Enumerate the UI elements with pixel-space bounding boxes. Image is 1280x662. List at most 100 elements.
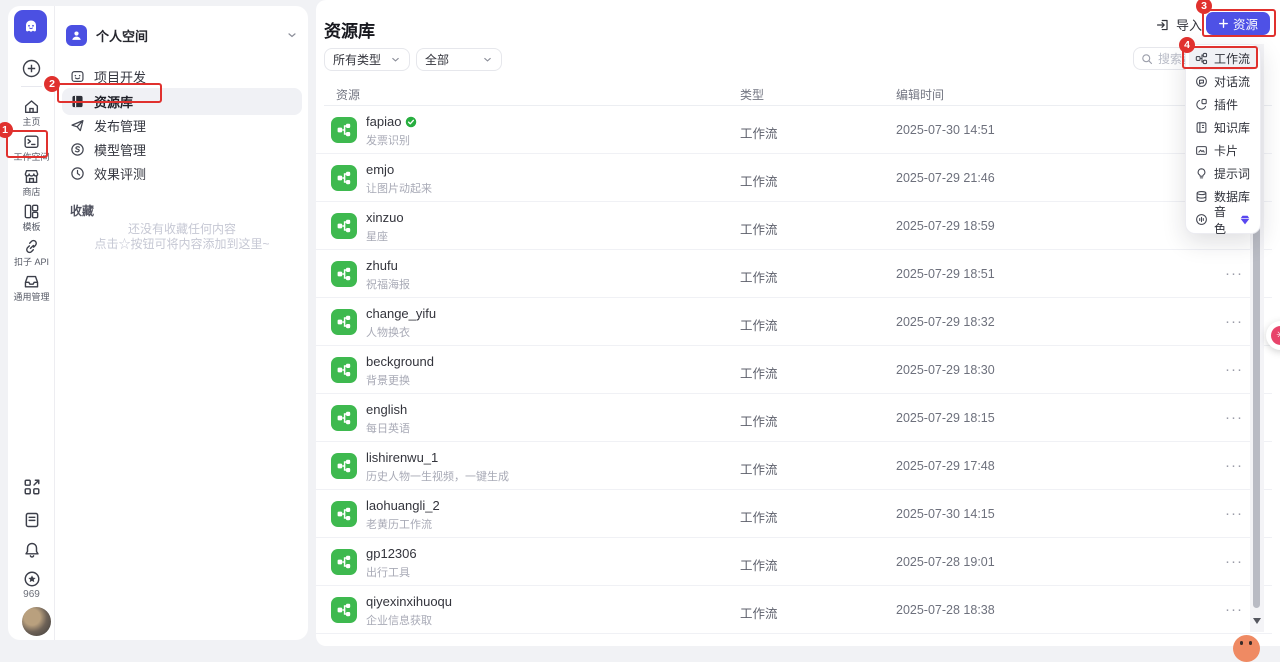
scrollbar-down-arrow[interactable]: [1253, 618, 1261, 624]
row-more-button[interactable]: ···: [1220, 452, 1248, 478]
dropdown-item-workflow[interactable]: 工作流: [1189, 47, 1257, 70]
table-row[interactable]: laohuangli_2 老黄历工作流 工作流 2025-07-30 14:15…: [316, 490, 1272, 538]
rail-item-workspace[interactable]: 工作空间: [8, 133, 55, 162]
table-row[interactable]: qiyexinxihuoqu 企业信息获取 工作流 2025-07-28 18:…: [316, 586, 1272, 634]
resource-name: zhufu: [366, 258, 398, 273]
resource-type: 工作流: [740, 127, 778, 141]
workspace-switcher[interactable]: 个人空间: [66, 20, 298, 50]
model-icon: [71, 143, 84, 156]
publish-icon: [71, 120, 84, 132]
rail-item-api[interactable]: 扣子 API: [8, 238, 55, 267]
workflow-tile-icon: [331, 453, 357, 479]
sidebar-label-models: 模型管理: [94, 143, 147, 158]
dropdown-item-chatflow[interactable]: 对话流: [1189, 70, 1257, 93]
create-resource-button[interactable]: 资源: [1206, 12, 1270, 35]
sidebar-item-resource-library[interactable]: 资源库: [62, 88, 302, 115]
dropdown-label-workflow: 工作流: [1214, 52, 1251, 66]
resource-name: lishirenwu_1: [366, 450, 439, 465]
scope-filter-value: 全部: [425, 53, 450, 67]
resource-description: 企业信息获取: [366, 615, 432, 627]
rail-points-button[interactable]: 969: [8, 570, 55, 600]
dropdown-item-knowledge[interactable]: 知识库: [1189, 116, 1257, 139]
row-more-button[interactable]: ···: [1220, 404, 1248, 430]
resource-type: 工作流: [740, 175, 778, 189]
resource-type: 工作流: [740, 463, 778, 477]
feedback-icon: ✳: [1271, 326, 1280, 345]
row-more-button[interactable]: ···: [1220, 308, 1248, 334]
table-row[interactable]: xinzuo 星座 工作流 2025-07-29 18:59 ···: [316, 202, 1272, 250]
row-more-button[interactable]: ···: [1220, 596, 1248, 622]
import-button[interactable]: 导入: [1148, 13, 1210, 36]
row-more-button[interactable]: ···: [1220, 500, 1248, 526]
workflow-tile-icon: [331, 165, 357, 191]
dropdown-label-prompt: 提示词: [1214, 167, 1251, 181]
dropdown-item-plugin[interactable]: 插件: [1189, 93, 1257, 116]
workflow-tile-icon: [331, 309, 357, 335]
resource-description: 历史人物一生视频，一键生成: [366, 471, 509, 483]
row-more-button[interactable]: ···: [1220, 548, 1248, 574]
resource-description: 出行工具: [366, 567, 410, 579]
resource-edited-time: 2025-07-29 21:46: [896, 171, 995, 185]
user-avatar[interactable]: [22, 607, 51, 636]
rail-notifications-button[interactable]: [8, 541, 55, 559]
sidebar-item-project-dev[interactable]: 项目开发: [62, 63, 302, 90]
rail-item-store[interactable]: 商店: [8, 168, 55, 197]
resource-description: 发票识别: [366, 135, 410, 147]
plus-icon: [1219, 19, 1228, 28]
workflow-tile-icon: [331, 213, 357, 239]
scope-filter-select[interactable]: 全部: [416, 48, 502, 71]
resource-description: 背景更换: [366, 375, 410, 387]
table-row[interactable]: english 每日英语 工作流 2025-07-29 18:15 ···: [316, 394, 1272, 442]
chevron-down-icon: [390, 54, 401, 65]
table-row[interactable]: change_yifu 人物换衣 工作流 2025-07-29 18:32 ··…: [316, 298, 1272, 346]
table-row[interactable]: gp12306 出行工具 工作流 2025-07-28 19:01 ···: [316, 538, 1272, 586]
resource-description: 人物换衣: [366, 327, 410, 339]
sidebar-item-publish[interactable]: 发布管理: [62, 112, 302, 139]
rail-shortcuts-button[interactable]: [8, 478, 55, 496]
rail-item-template[interactable]: 模板: [8, 203, 55, 232]
table-row[interactable]: lishirenwu_1 历史人物一生视频，一键生成 工作流 2025-07-2…: [316, 442, 1272, 490]
row-more-button[interactable]: ···: [1220, 356, 1248, 382]
workspace-icon: [24, 135, 39, 149]
create-new-button[interactable]: [21, 58, 42, 79]
sidebar-item-evaluation[interactable]: 效果评测: [62, 160, 302, 187]
favorites-empty-line1: 还没有收藏任何内容: [127, 222, 236, 236]
table-row[interactable]: beckground 背景更换 工作流 2025-07-29 18:30 ···: [316, 346, 1272, 394]
dropdown-item-card[interactable]: 卡片: [1189, 139, 1257, 162]
dropdown-item-voice[interactable]: 音色: [1189, 205, 1257, 236]
dropdown-item-prompt[interactable]: 提示词: [1189, 162, 1257, 185]
table-row[interactable]: zhufu 祝福海报 工作流 2025-07-29 18:51 ···: [316, 250, 1272, 298]
plugin-icon: [1196, 98, 1207, 110]
row-more-button[interactable]: ···: [1220, 260, 1248, 286]
resource-edited-time: 2025-07-30 14:51: [896, 123, 995, 137]
resource-type: 工作流: [740, 271, 778, 285]
sidebar-label-project-dev: 项目开发: [94, 70, 147, 85]
favorites-heading: 收藏: [70, 204, 95, 218]
resource-table: fapiao 发票识别 工作流 2025-07-30 14:51 ··· emj…: [316, 106, 1272, 634]
search-icon: [1142, 53, 1153, 64]
assistant-mascot-button[interactable]: [1233, 635, 1260, 662]
table-row[interactable]: fapiao 发票识别 工作流 2025-07-30 14:51 ···: [316, 106, 1272, 154]
coze-logo[interactable]: [14, 10, 47, 43]
evaluate-icon: [71, 167, 84, 180]
rail-item-home[interactable]: 主页: [8, 98, 55, 127]
resource-type: 工作流: [740, 559, 778, 573]
sidebar-item-models[interactable]: 模型管理: [62, 136, 302, 163]
dropdown-label-plugin: 插件: [1214, 98, 1239, 112]
rail-docs-button[interactable]: [8, 511, 55, 529]
table-row[interactable]: emjo 让图片动起来 工作流 2025-07-29 21:46 ···: [316, 154, 1272, 202]
create-resource-label: 资源: [1232, 18, 1258, 32]
resource-description: 祝福海报: [366, 279, 410, 291]
type-filter-select[interactable]: 所有类型: [324, 48, 410, 71]
sidebar-label-publish: 发布管理: [94, 119, 147, 134]
primary-rail: 主页 工作空间 商店 模板 扣子 API 通用管理 969: [8, 6, 55, 640]
resource-name: emjo: [366, 162, 395, 177]
dropdown-label-chatflow: 对话流: [1214, 75, 1251, 89]
resource-description: 每日英语: [366, 423, 410, 435]
knowledge-icon: [1196, 122, 1207, 133]
resource-description: 星座: [366, 231, 388, 243]
database-icon: [1196, 191, 1207, 202]
rail-item-admin[interactable]: 通用管理: [8, 273, 55, 302]
ghost-logo-icon: [25, 20, 36, 32]
rail-label-store: 商店: [22, 187, 41, 197]
